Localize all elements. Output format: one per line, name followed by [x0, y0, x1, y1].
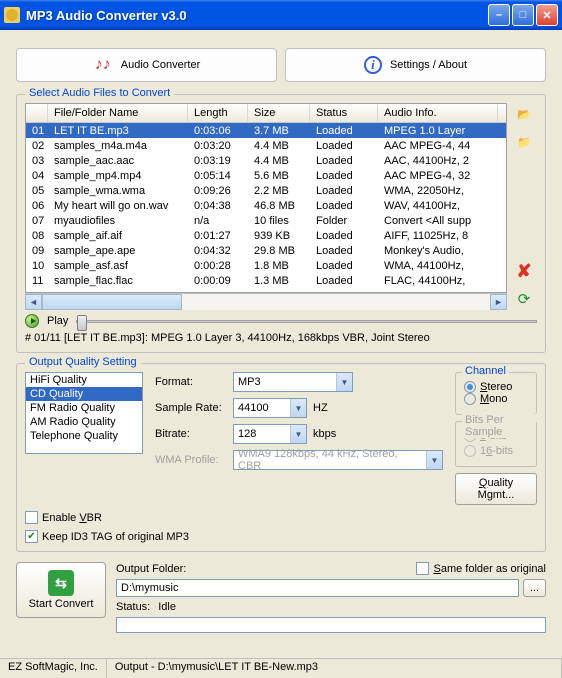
- preset-item[interactable]: FM Radio Quality: [26, 401, 142, 415]
- preset-item[interactable]: CD Quality: [26, 387, 142, 401]
- bits-group: Bits Per Sample 8-bits 16-bits: [455, 421, 537, 467]
- tab-audio-converter[interactable]: ♪♪ Audio Converter: [16, 48, 277, 82]
- format-label: Format:: [155, 376, 227, 388]
- bitrate-combo[interactable]: 128▼: [233, 424, 307, 444]
- chevron-down-icon: ▼: [426, 451, 442, 469]
- refresh-button[interactable]: ⟳: [513, 288, 535, 310]
- statusbar: EZ SoftMagic, Inc. Output - D:\mymusic\L…: [0, 658, 562, 678]
- info-icon: i: [364, 56, 382, 74]
- add-file-button[interactable]: 📂: [513, 103, 535, 125]
- mono-radio[interactable]: Mono: [464, 393, 508, 405]
- chevron-down-icon[interactable]: ▼: [290, 425, 306, 443]
- play-slider[interactable]: [76, 320, 537, 323]
- col-name[interactable]: File/Folder Name: [48, 104, 188, 122]
- same-folder-checkbox[interactable]: Same folder as original: [416, 562, 546, 575]
- channel-group: Channel Stereo Mono: [455, 372, 537, 415]
- chevron-down-icon[interactable]: ▼: [336, 373, 352, 391]
- format-combo[interactable]: MP3▼: [233, 372, 353, 392]
- table-row[interactable]: 01LET IT BE.mp30:03:063.7 MBLoadedMPEG 1…: [26, 123, 506, 138]
- preset-item[interactable]: Telephone Quality: [26, 429, 142, 443]
- table-row[interactable]: 10sample_asf.asf0:00:281.8 MBLoadedWMA, …: [26, 258, 506, 273]
- col-status[interactable]: Status: [310, 104, 378, 122]
- status-output: Output - D:\mymusic\LET IT BE-New.mp3: [107, 659, 562, 678]
- chevron-down-icon[interactable]: ▼: [290, 399, 306, 417]
- wma-label: WMA Profile:: [155, 454, 227, 466]
- table-row[interactable]: 02samples_m4a.m4a0:03:204.4 MBLoadedAAC …: [26, 138, 506, 153]
- status-company: EZ SoftMagic, Inc.: [0, 659, 107, 678]
- rate-combo[interactable]: 44100▼: [233, 398, 307, 418]
- folder-icon: 📁: [517, 136, 531, 149]
- col-info[interactable]: Audio Info.: [378, 104, 498, 122]
- col-length[interactable]: Length: [188, 104, 248, 122]
- quality-legend: Output Quality Setting: [25, 356, 141, 368]
- bits-legend: Bits Per Sample: [462, 414, 536, 438]
- vbr-checkbox[interactable]: Enable VBR: [25, 511, 102, 524]
- tab-label: Audio Converter: [121, 59, 201, 71]
- stereo-radio[interactable]: Stereo: [464, 381, 512, 393]
- table-row[interactable]: 09sample_ape.ape0:04:3229.8 MBLoadedMonk…: [26, 243, 506, 258]
- table-row[interactable]: 08sample_aif.aif0:01:27939 KBLoadedAIFF,…: [26, 228, 506, 243]
- channel-legend: Channel: [462, 365, 509, 377]
- files-section: Select Audio Files to Convert File/Folde…: [16, 94, 546, 353]
- scroll-right-icon[interactable]: ►: [490, 294, 507, 310]
- file-table[interactable]: File/Folder Name Length Size Status Audi…: [25, 103, 507, 293]
- start-label: Start Convert: [29, 598, 94, 610]
- scroll-thumb[interactable]: [42, 294, 182, 310]
- convert-icon: ⇆: [48, 570, 74, 596]
- table-row[interactable]: 05sample_wma.wma0:09:262.2 MBLoadedWMA, …: [26, 183, 506, 198]
- table-row[interactable]: 07myaudiofilesn/a10 filesFolderConvert <…: [26, 213, 506, 228]
- output-folder-field[interactable]: D:\mymusic: [116, 579, 519, 597]
- browse-button[interactable]: ...: [523, 579, 546, 597]
- close-button[interactable]: ✕: [536, 4, 558, 26]
- table-row[interactable]: 03sample_aac.aac0:03:194.4 MBLoadedAAC, …: [26, 153, 506, 168]
- status-value: Idle: [158, 601, 176, 613]
- horizontal-scrollbar[interactable]: ◄ ►: [25, 293, 507, 310]
- tab-label: Settings / About: [390, 59, 467, 71]
- table-row[interactable]: 04sample_mp4.mp40:05:145.6 MBLoadedAAC M…: [26, 168, 506, 183]
- rate-label: Sample Rate:: [155, 402, 227, 414]
- output-folder-label: Output Folder:: [116, 563, 186, 575]
- quality-section: Output Quality Setting HiFi QualityCD Qu…: [16, 363, 546, 552]
- id3-checkbox[interactable]: ✔Keep ID3 TAG of original MP3: [25, 530, 189, 543]
- wma-combo: WMA9 128kbps, 44 kHz, Stereo, CBR▼: [233, 450, 443, 470]
- app-icon: [4, 7, 20, 23]
- music-note-icon: ♪♪: [93, 55, 113, 75]
- preset-item[interactable]: AM Radio Quality: [26, 415, 142, 429]
- preset-item[interactable]: HiFi Quality: [26, 373, 142, 387]
- bitrate-unit: kbps: [313, 428, 336, 440]
- table-row[interactable]: 11sample_flac.flac0:00:091.3 MBLoadedFLA…: [26, 273, 506, 288]
- remove-icon: ✘: [516, 261, 531, 282]
- titlebar[interactable]: MP3 Audio Converter v3.0 – □ ✕: [0, 0, 562, 30]
- folder-add-icon: 📂: [517, 108, 531, 121]
- bitrate-label: Bitrate:: [155, 428, 227, 440]
- table-row[interactable]: 06My heart will go on.wav0:04:3846.8 MBL…: [26, 198, 506, 213]
- window-title: MP3 Audio Converter v3.0: [26, 8, 486, 23]
- remove-button[interactable]: ✘: [513, 260, 535, 282]
- maximize-button[interactable]: □: [512, 4, 534, 26]
- status-label: Status:: [116, 601, 150, 613]
- rate-unit: HZ: [313, 402, 328, 414]
- refresh-icon: ⟳: [518, 290, 531, 308]
- table-header: File/Folder Name Length Size Status Audi…: [26, 104, 506, 123]
- play-icon[interactable]: [25, 314, 39, 328]
- progress-bar: [116, 617, 546, 633]
- tab-settings-about[interactable]: i Settings / About: [285, 48, 546, 82]
- play-label[interactable]: Play: [47, 315, 68, 327]
- start-convert-button[interactable]: ⇆ Start Convert: [16, 562, 106, 618]
- minimize-button[interactable]: –: [488, 4, 510, 26]
- quality-mgmt-button[interactable]: Quality Mgmt...: [455, 473, 537, 505]
- col-size[interactable]: Size: [248, 104, 310, 122]
- files-legend: Select Audio Files to Convert: [25, 87, 174, 99]
- add-folder-button[interactable]: 📁: [513, 131, 535, 153]
- play-thumb[interactable]: [77, 315, 87, 331]
- preset-list[interactable]: HiFi QualityCD QualityFM Radio QualityAM…: [25, 372, 143, 454]
- bits16-radio: 16-bits: [464, 445, 513, 457]
- scroll-left-icon[interactable]: ◄: [25, 294, 42, 310]
- file-info-line: # 01/11 [LET IT BE.mp3]: MPEG 1.0 Layer …: [25, 330, 537, 344]
